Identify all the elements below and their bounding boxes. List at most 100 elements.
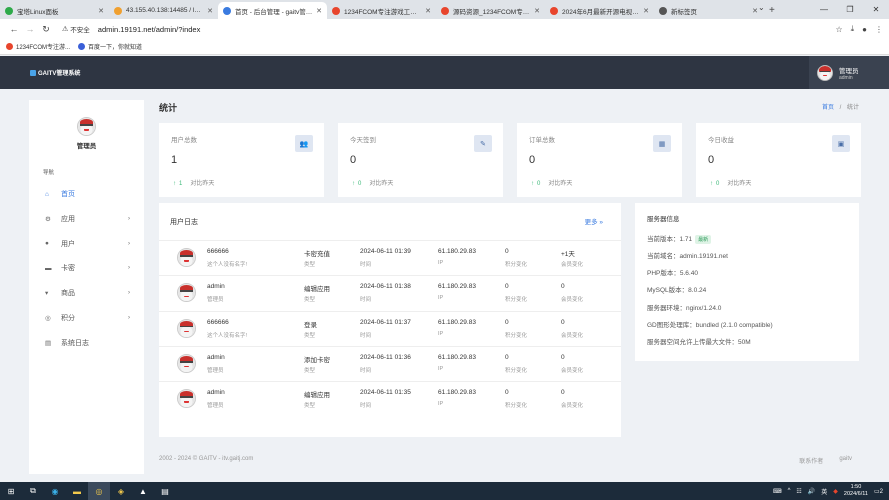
edge-icon[interactable]: ◉	[44, 482, 66, 500]
clock[interactable]: 1:50 2024/6/11	[844, 484, 868, 498]
bookmark-item[interactable]: 1234FCOM专注游...	[6, 42, 70, 51]
brand[interactable]: GAITV管理系统	[30, 68, 80, 77]
chevron-right-icon: ›	[128, 315, 130, 321]
bookmark-star-icon[interactable]: ☆	[835, 25, 842, 34]
points-icon: ◎	[45, 315, 51, 322]
log-user: admin	[207, 283, 225, 291]
footer-link-contact[interactable]: 联系作者	[799, 456, 823, 465]
tab-close-icon[interactable]: ✕	[643, 7, 649, 15]
volume-icon[interactable]: 🔊	[808, 488, 815, 495]
chrome-icon[interactable]: ◎	[88, 482, 110, 500]
tab-favicon-icon	[550, 6, 558, 15]
sidebar-item-6[interactable]: ▤ 系统日志	[45, 336, 130, 350]
server-info-line: 服务器环境：nginx/1.24.0	[647, 304, 722, 312]
income-icon: ▣	[832, 135, 850, 152]
arrow-up-icon: ↑	[173, 181, 176, 187]
user-menu[interactable]: 管理员 admin	[809, 56, 889, 89]
tab-label: 新标签页	[671, 8, 697, 16]
tab-search-icon[interactable]: ⌄	[758, 3, 765, 12]
security-tray-icon[interactable]: ◆	[833, 488, 838, 495]
server-info-line: PHP版本：5.6.40	[647, 270, 698, 278]
tab-favicon-icon	[659, 6, 667, 15]
sidebar-item-0[interactable]: ⌂ 首页	[45, 187, 130, 201]
stat-compare: ↑ 1 对比昨天	[173, 178, 214, 187]
log-time-label: 时间	[360, 367, 372, 374]
tab-close-icon[interactable]: ✕	[316, 7, 322, 15]
log-time-label: 时间	[360, 403, 372, 410]
log-points-label: 积分变化	[505, 297, 528, 304]
browser-tab[interactable]: 2024年6月最新开源电视影视/短✕	[545, 2, 654, 19]
new-tab-button[interactable]: +	[763, 2, 781, 19]
browser-tab[interactable]: 首页 - 后台管理 - gaitv管理系统✕	[218, 2, 327, 19]
url-input[interactable]: admin.19191.net/admin/?index	[98, 25, 201, 34]
brand-logo-icon	[30, 69, 36, 76]
browser-tab[interactable]: 宝塔Linux面板 ✕	[0, 2, 109, 19]
arrow-up-icon: ↑	[710, 181, 713, 187]
browser-tab[interactable]: 源码资源_1234FCOM专注游戏✕	[436, 2, 545, 19]
close-window-icon[interactable]: ✕	[863, 0, 889, 19]
server-info-title: 服务器信息	[647, 216, 680, 223]
tab-favicon-icon	[5, 6, 13, 15]
browser-tab[interactable]: 43.155.40.138:14485 / localh ✕	[109, 2, 218, 19]
tray-arrow-icon[interactable]: ^	[788, 488, 791, 494]
avatar	[177, 283, 196, 303]
notification-icon[interactable]: ▭2	[874, 488, 883, 495]
sidebar-item-5[interactable]: ◎ 积分 ›	[45, 311, 130, 325]
stat-delta: 0	[716, 181, 720, 187]
sidebar-item-1[interactable]: ⚙ 应用 ›	[45, 212, 130, 226]
sidebar-item-label: 卡密	[61, 265, 75, 273]
log-user-label: 管理员	[207, 403, 224, 410]
log-row: admin 管理员 编辑应用 类型 2024-06-11 01:35 时间 61.180.2…	[159, 381, 621, 416]
start-icon[interactable]: ⊞	[0, 482, 22, 500]
log-ip-label: IP	[438, 260, 444, 266]
breadcrumb-separator: /	[839, 105, 842, 111]
forward-icon[interactable]: →	[22, 24, 38, 34]
menu-icon[interactable]: ⋮	[875, 25, 883, 34]
stat-value: 1	[171, 154, 178, 166]
log-member: +1天	[561, 251, 575, 258]
tab-close-icon[interactable]: ✕	[207, 7, 213, 15]
tab-close-icon[interactable]: ✕	[425, 7, 431, 15]
sidebar-item-3[interactable]: ▬ 卡密 ›	[45, 261, 130, 275]
browser-tab[interactable]: 新标签页 ✕	[654, 2, 763, 19]
bookmark-item[interactable]: 百度一下，你就知道	[78, 42, 142, 51]
server-info-line: MySQL版本：8.0.24	[647, 287, 707, 295]
media-icon[interactable]: ▤	[154, 482, 176, 500]
sidebar-avatar[interactable]	[77, 117, 96, 136]
photos-icon[interactable]: ▲	[132, 482, 154, 500]
page-title: 统计	[159, 103, 178, 113]
log-user-label: 这个人没有名字!	[207, 332, 248, 339]
reload-icon[interactable]: ↻	[38, 24, 54, 35]
app-icon[interactable]: ◈	[110, 482, 132, 500]
security-indicator[interactable]: ⚠ 不安全	[62, 24, 90, 34]
input-language[interactable]: 英	[821, 487, 827, 496]
back-icon[interactable]: ←	[6, 24, 22, 34]
file-explorer-icon[interactable]: ▬	[66, 482, 88, 500]
log-action-label: 类型	[304, 262, 316, 268]
avatar	[177, 318, 196, 338]
breadcrumb-home[interactable]: 首页	[822, 105, 834, 111]
log-time: 2024-06-11 01:39	[360, 248, 411, 255]
header-user-role: admin	[839, 74, 853, 81]
footer-link-gaitv[interactable]: gaitv	[839, 456, 852, 465]
network-icon[interactable]: ☷	[796, 488, 801, 495]
bookmarks-bar: 1234FCOM专注游... 百度一下，你就知道	[0, 39, 889, 55]
download-icon[interactable]: ⤓	[851, 24, 855, 34]
log-ip: 61.180.29.83	[438, 353, 476, 361]
stat-value: 0	[350, 154, 357, 166]
more-link[interactable]: 更多 »	[585, 216, 603, 226]
tab-close-icon[interactable]: ✕	[534, 7, 540, 15]
keyboard-icon[interactable]: ⌨	[773, 488, 782, 495]
log-action: 添加卡密	[304, 356, 330, 364]
browser-tab[interactable]: 1234FCOM专注游戏工具及源码✕	[327, 2, 436, 19]
log-ip: 61.180.29.83	[438, 248, 476, 255]
tab-close-icon[interactable]: ✕	[98, 7, 104, 15]
maximize-icon[interactable]: ❐	[837, 0, 863, 19]
sidebar-user-name: 管理员	[76, 143, 97, 150]
minimize-icon[interactable]: —	[811, 0, 837, 19]
sidebar-item-2[interactable]: ● 用户 ›	[45, 237, 130, 251]
profile-icon[interactable]: ●	[862, 25, 867, 34]
task-view-icon[interactable]: ⧉	[22, 482, 44, 500]
stat-card: 今日收益 0 ▣ ↑ 0 对比昨天	[696, 123, 861, 197]
sidebar-item-4[interactable]: ▾ 商品 ›	[45, 286, 130, 300]
